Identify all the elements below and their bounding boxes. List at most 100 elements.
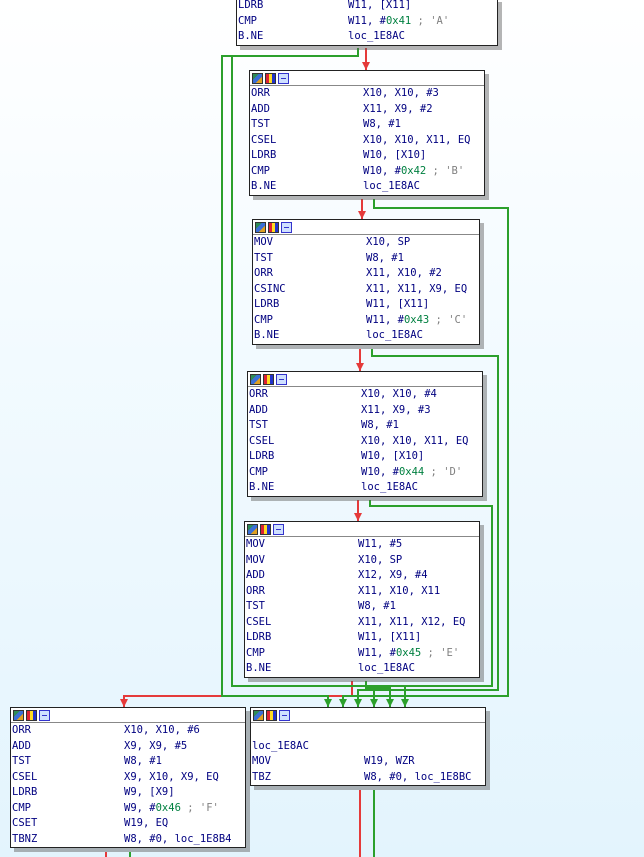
instruction-line[interactable]: LDRB W10, [X10]	[248, 449, 482, 465]
group-icon[interactable]	[276, 373, 287, 385]
operands: W8, #1	[124, 755, 162, 767]
instruction-line[interactable]: CMP W10, #0x44 ; 'D'	[248, 465, 482, 481]
mnemonic: ADD	[246, 569, 265, 581]
instruction-line[interactable]: LDRB W11, [X11]	[237, 0, 497, 14]
instruction-line[interactable]: ADD X12, X9, #4	[245, 568, 479, 584]
group-icon[interactable]	[281, 221, 292, 233]
color-icon[interactable]	[260, 523, 271, 535]
instruction-line[interactable]: ORR X11, X10, #2	[253, 266, 479, 282]
immediate-value: 0x43	[403, 313, 430, 326]
block-header	[251, 708, 485, 723]
instruction-line[interactable]: ORR X10, X10, #4	[248, 387, 482, 403]
instruction-line[interactable]: CSEL X11, X11, X12, EQ	[245, 615, 479, 631]
block-label: loc_1E8AC	[252, 739, 309, 752]
code-block-b3[interactable]: ORR X10, X10, #4 ADD X11, X9, #3 TST W8, #1 CS…	[247, 371, 483, 497]
instruction-line[interactable]: MOV W19, WZR	[251, 754, 485, 770]
instruction-line[interactable]: CSEL X10, X10, X11, EQ	[248, 434, 482, 450]
instruction-line[interactable]: TST W8, #1	[245, 599, 479, 615]
graph-overview-icon[interactable]	[253, 709, 264, 721]
color-icon[interactable]	[26, 709, 37, 721]
operands: X11, X9, #3	[361, 403, 431, 416]
edge-arrowhead	[356, 363, 364, 371]
instruction-line[interactable]: B.NE loc_1E8AC	[248, 480, 482, 496]
instruction-line[interactable]: LDRB W10, [X10]	[250, 148, 484, 164]
instruction-line[interactable]: B.NE loc_1E8AC	[253, 328, 479, 344]
instruction-line[interactable]: ADD X11, X9, #3	[248, 403, 482, 419]
code-block-b2[interactable]: MOV X10, SP TST W8, #1 ORR X11, X10, #2 CSINC X…	[252, 219, 480, 345]
block-header	[248, 372, 482, 387]
graph-overview-icon[interactable]	[252, 72, 263, 84]
mnemonic: MOV	[252, 755, 271, 767]
instruction-line[interactable]: TST W8, #1	[250, 117, 484, 133]
operands: X12, X9, #4	[358, 569, 428, 581]
operands: W11, [X11]	[366, 298, 430, 310]
block-header	[11, 708, 245, 723]
instruction-line[interactable]: TBNZ W8, #0, loc_1E8B4	[11, 832, 245, 848]
operands: W8, #1	[363, 118, 401, 130]
instruction-line[interactable]: CMP W11, #0x45 ; 'E'	[245, 646, 479, 662]
instruction-line[interactable]: ORR X10, X10, #6	[11, 723, 245, 739]
operands: loc_1E8AC	[361, 481, 418, 493]
code-block-b4[interactable]: MOV W11, #5 MOV X10, SP ADD X12, X9, #4 ORR X11…	[244, 521, 480, 678]
instruction-line[interactable]: CSEL X10, X10, X11, EQ	[250, 133, 484, 149]
group-icon[interactable]	[279, 709, 290, 721]
instruction-line[interactable]: MOV X10, SP	[253, 235, 479, 251]
instruction-line[interactable]: ADD X9, X9, #5	[11, 739, 245, 755]
code-block-b5[interactable]: ORR X10, X10, #6 ADD X9, X9, #5 TST W8, #1 CSE…	[10, 707, 246, 848]
instruction-line[interactable]: LDRB W11, [X11]	[245, 630, 479, 646]
comment: ; 'F'	[180, 801, 219, 814]
instruction-line[interactable]: CMP W11, #0x41 ; 'A'	[237, 14, 497, 30]
mnemonic: CMP	[246, 646, 265, 659]
instruction-line[interactable]: MOV W11, #5	[245, 537, 479, 553]
color-icon[interactable]	[263, 373, 274, 385]
instruction-line[interactable]: LDRB W9, [X9]	[11, 785, 245, 801]
instruction-line[interactable]: MOV X10, SP	[245, 553, 479, 569]
comment: ; 'E'	[421, 646, 460, 659]
comment: ; 'A'	[411, 14, 450, 27]
graph-overview-icon[interactable]	[255, 221, 266, 233]
instruction-line[interactable]: B.NE loc_1E8AC	[237, 29, 497, 45]
mnemonic: MOV	[246, 553, 265, 566]
group-icon[interactable]	[278, 72, 289, 84]
graph-overview-icon[interactable]	[13, 709, 24, 721]
instruction-line[interactable]: CSEL X9, X10, X9, EQ	[11, 770, 245, 786]
mnemonic: CMP	[12, 801, 31, 814]
code-block-b0[interactable]: LDRB W11, [X11] CMP W11, #0x41 ; 'A' B.NE loc…	[236, 0, 498, 46]
mnemonic: TST	[12, 755, 31, 767]
instruction-line[interactable]: ADD X11, X9, #2	[250, 102, 484, 118]
instruction-line[interactable]: CSINC X11, X11, X9, EQ	[253, 282, 479, 298]
code-block-b1[interactable]: ORR X10, X10, #3 ADD X11, X9, #2 TST W8, #1 CS…	[249, 70, 485, 196]
mnemonic: LDRB	[12, 786, 38, 798]
instruction-line[interactable]: TST W8, #1	[248, 418, 482, 434]
instruction-line[interactable]: B.NE loc_1E8AC	[250, 179, 484, 195]
color-icon[interactable]	[268, 221, 279, 233]
instruction-line[interactable]: ORR X10, X10, #3	[250, 86, 484, 102]
mnemonic: ADD	[251, 102, 270, 115]
operands: X11, X9, #2	[363, 102, 433, 115]
instruction-line[interactable]: TST W8, #1	[11, 754, 245, 770]
graph-overview-icon[interactable]	[247, 523, 258, 535]
color-icon[interactable]	[266, 709, 277, 721]
graph-overview-icon[interactable]	[250, 373, 261, 385]
operands: X10, X10, X11, EQ	[361, 434, 469, 447]
operands: X11, X10, #2	[366, 267, 442, 279]
instruction-line[interactable]: B.NE loc_1E8AC	[245, 661, 479, 677]
instruction-line[interactable]: CMP W9, #0x46 ; 'F'	[11, 801, 245, 817]
operands: W19, EQ	[124, 817, 169, 829]
instruction-line[interactable]: CMP W11, #0x43 ; 'C'	[253, 313, 479, 329]
color-icon[interactable]	[265, 72, 276, 84]
mnemonic: LDRB	[249, 450, 275, 462]
block-header	[250, 71, 484, 86]
instruction-line[interactable]: LDRB W11, [X11]	[253, 297, 479, 313]
group-icon[interactable]	[39, 709, 50, 721]
instruction-line[interactable]: CMP W10, #0x42 ; 'B'	[250, 164, 484, 180]
instruction-line[interactable]: TBZ W8, #0, loc_1E8BC	[251, 770, 485, 786]
code-block-b6[interactable]: loc_1E8AC MOV W19, WZR TBZ W8, #0, loc_1E8BC	[250, 707, 486, 786]
instruction-line[interactable]: ORR X11, X10, X11	[245, 584, 479, 600]
group-icon[interactable]	[273, 523, 284, 535]
operands: W8, #1	[361, 419, 399, 431]
mnemonic: MOV	[254, 236, 273, 248]
instruction-line[interactable]: TST W8, #1	[253, 251, 479, 267]
instruction-line[interactable]: CSET W19, EQ	[11, 816, 245, 832]
